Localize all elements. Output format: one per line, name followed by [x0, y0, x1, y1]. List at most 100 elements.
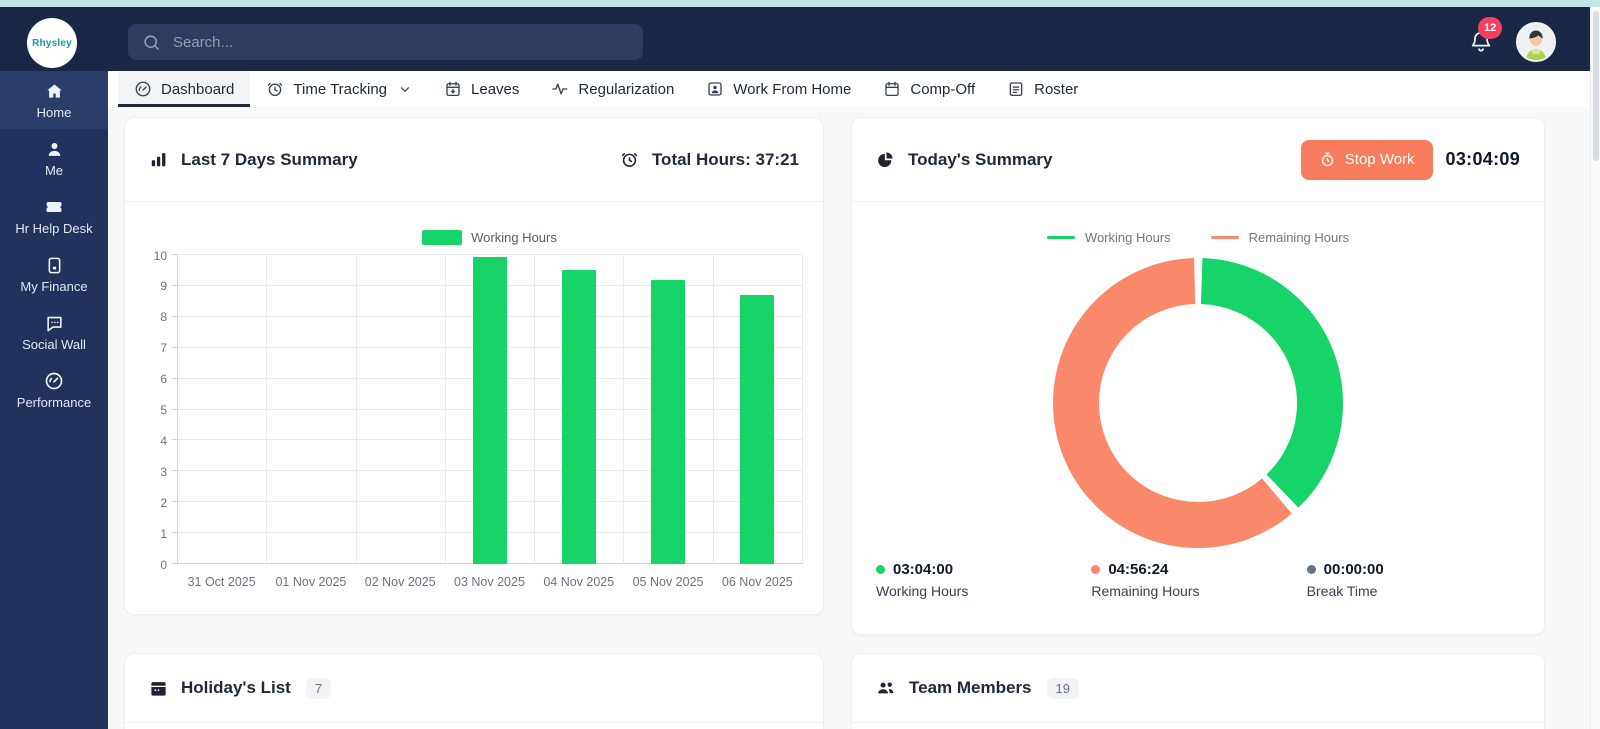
today-stats: 03:04:00 Working Hours 04:56:24 Remainin…: [876, 561, 1522, 599]
sidebar-item-label: Home: [37, 106, 72, 119]
user-icon: [45, 140, 64, 159]
holidays-list-card: Holiday's List 7: [124, 653, 824, 729]
tab-label: Leaves: [471, 81, 519, 98]
sidebar-item-label: Me: [45, 164, 63, 177]
bar-chart-legend: Working Hours: [177, 230, 802, 245]
card-title: Team Members: [909, 678, 1032, 698]
sidebar-item-hr-help-desk[interactable]: Hr Help Desk: [0, 187, 108, 245]
page-scrollbar[interactable]: [1590, 7, 1600, 729]
legend-item: Remaining Hours: [1211, 230, 1349, 245]
card-header: Today's Summary Stop Work 03:04:09: [852, 118, 1544, 202]
clipboard-icon: [1007, 80, 1025, 98]
card-title: Today's Summary: [908, 150, 1053, 170]
status-dot: [1091, 565, 1100, 574]
stop-work-label: Stop Work: [1345, 151, 1415, 168]
stat-label: Break Time: [1307, 583, 1522, 599]
logo-text: Rhysley: [32, 38, 72, 49]
team-members-card: Team Members 19: [851, 653, 1545, 729]
tab-leaves[interactable]: Leaves: [428, 71, 535, 107]
calendar-icon: [883, 80, 901, 98]
person-box-icon: [706, 80, 724, 98]
search-input[interactable]: [173, 34, 629, 51]
sidebar-item-label: Social Wall: [22, 338, 86, 351]
sidebar-item-label: Hr Help Desk: [15, 222, 92, 235]
stat-time: 04:56:24: [1108, 561, 1168, 578]
home-icon: [45, 82, 64, 101]
chat-icon: [45, 314, 64, 333]
work-timer: 03:04:09: [1446, 149, 1520, 170]
sidebar-item-label: Performance: [17, 396, 91, 409]
sidebar-item-social-wall[interactable]: Social Wall: [0, 303, 108, 361]
notifications[interactable]: 12: [1462, 21, 1506, 65]
bar-chart-x-axis: 31 Oct 202501 Nov 202502 Nov 202503 Nov …: [177, 575, 802, 589]
stat-working-hours: 03:04:00 Working Hours: [876, 561, 1091, 599]
card-header: Holiday's List 7: [125, 654, 823, 723]
stat-break-time: 00:00:00 Break Time: [1307, 561, 1522, 599]
scrollbar-thumb[interactable]: [1593, 11, 1599, 161]
alarm-icon: [620, 150, 639, 169]
calendar-filled-icon: [149, 679, 168, 698]
tab-dashboard[interactable]: Dashboard: [118, 71, 250, 107]
search-icon: [142, 33, 161, 52]
tab-label: Regularization: [578, 81, 674, 98]
notification-badge: 12: [1478, 17, 1502, 39]
avatar-illustration: [1518, 24, 1554, 60]
last-7-days-summary-card: Last 7 Days Summary Total Hours: 37:21 W…: [124, 117, 824, 615]
legend-label: Working Hours: [471, 230, 557, 245]
team-count-badge: 19: [1047, 678, 1079, 699]
stat-remaining-hours: 04:56:24 Remaining Hours: [1091, 561, 1306, 599]
card-title: Holiday's List: [181, 678, 291, 698]
sidebar-item-me[interactable]: Me: [0, 129, 108, 187]
bar-06 Nov 2025: [740, 295, 774, 564]
legend-item: Working Hours: [1047, 230, 1171, 245]
tab-label: Work From Home: [733, 81, 851, 98]
calendar-leave-icon: [444, 80, 462, 98]
bar-chart-icon: [149, 150, 168, 169]
legend-swatch: [422, 230, 462, 245]
tab-label: Time Tracking: [293, 81, 387, 98]
bar-chart-plot: 012345678910: [177, 255, 802, 564]
stat-time: 00:00:00: [1324, 561, 1384, 578]
dashboard-icon: [134, 80, 152, 98]
total-hours-value: Total Hours: 37:21: [652, 150, 799, 170]
sidebar-item-label: My Finance: [20, 280, 87, 293]
todays-summary-card: Today's Summary Stop Work 03:04:09 Worki…: [851, 117, 1545, 635]
card-title: Last 7 Days Summary: [181, 150, 358, 170]
main-content: Last 7 Days Summary Total Hours: 37:21 W…: [108, 107, 1590, 729]
sidebar-item-my-finance[interactable]: My Finance: [0, 245, 108, 303]
pie-chart-icon: [876, 150, 895, 169]
tab-regularization[interactable]: Regularization: [535, 71, 690, 107]
finance-icon: [45, 256, 64, 275]
tab-roster[interactable]: Roster: [991, 71, 1094, 107]
top-accent-strip: [0, 0, 1600, 7]
sidebar-item-home[interactable]: Home: [0, 71, 108, 129]
stat-time: 03:04:00: [893, 561, 953, 578]
status-dot: [1307, 565, 1316, 574]
card-header: Team Members 19: [852, 654, 1544, 723]
donut-chart: [1048, 253, 1348, 553]
module-tabs: Dashboard Time Tracking Leaves Regulariz…: [108, 71, 1590, 107]
stat-label: Working Hours: [876, 583, 1091, 599]
tab-work-from-home[interactable]: Work From Home: [690, 71, 867, 107]
stopwatch-icon: [1319, 151, 1336, 168]
search-bar[interactable]: [128, 24, 643, 60]
stop-work-button[interactable]: Stop Work: [1301, 140, 1433, 180]
alarm-icon: [266, 80, 284, 98]
status-dot: [876, 565, 885, 574]
bar-04 Nov 2025: [562, 270, 596, 564]
tab-time-tracking[interactable]: Time Tracking: [250, 71, 428, 107]
holidays-count-badge: 7: [306, 678, 331, 699]
gauge-icon: [44, 371, 64, 391]
tab-label: Roster: [1034, 81, 1078, 98]
tab-label: Comp-Off: [910, 81, 975, 98]
pulse-icon: [551, 80, 569, 98]
topbar: Rhysley 12: [0, 7, 1590, 71]
avatar[interactable]: [1516, 22, 1556, 62]
logo[interactable]: Rhysley: [27, 18, 77, 68]
chevron-down-icon: [398, 82, 412, 96]
bar-03 Nov 2025: [473, 257, 507, 564]
tab-comp-off[interactable]: Comp-Off: [867, 71, 991, 107]
sidebar-item-performance[interactable]: Performance: [0, 361, 108, 419]
stat-label: Remaining Hours: [1091, 583, 1306, 599]
card-header: Last 7 Days Summary Total Hours: 37:21: [125, 118, 823, 202]
